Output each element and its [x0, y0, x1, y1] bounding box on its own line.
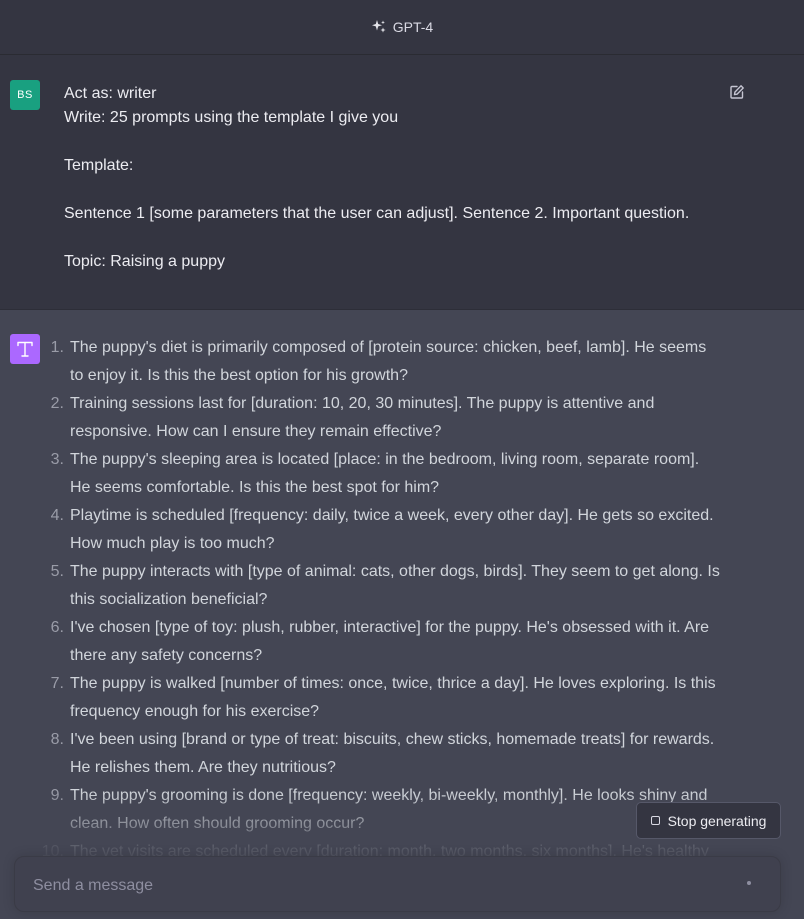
list-item: 6. I've chosen [type of toy: plush, rubbe…	[40, 614, 740, 642]
list-number: 1.	[50, 339, 64, 356]
list-item-text: He relishes them. Are they nutritious?	[70, 759, 336, 776]
list-number	[40, 530, 64, 558]
user-message-line: Topic: Raising a puppy	[64, 253, 225, 270]
typewriter-t-icon	[17, 341, 33, 357]
list-item-text: Playtime is scheduled [frequency: daily,…	[70, 507, 714, 524]
list-item-text: clean. How often should grooming occur?	[70, 815, 365, 832]
message-input[interactable]	[31, 873, 715, 899]
user-message-line	[64, 130, 724, 154]
list-item-continuation: frequency enough for his exercise?	[40, 698, 740, 726]
list-item-continuation: to enjoy it. Is this the best option for…	[40, 362, 740, 390]
list-number	[40, 586, 64, 614]
list-item-continuation: there any safety concerns?	[40, 642, 740, 670]
list-item: 5. The puppy interacts with [type of anim…	[40, 558, 740, 586]
list-item-text: frequency enough for his exercise?	[70, 703, 320, 720]
list-item: 1. The puppy's diet is primarily composed…	[40, 334, 740, 362]
list-item-text: The puppy is walked [number of times: on…	[70, 675, 716, 692]
typing-indicator-icon	[747, 881, 751, 885]
list-item: 4. Playtime is scheduled [frequency: dail…	[40, 502, 740, 530]
list-item-text: I've chosen [type of toy: plush, rubber,…	[70, 619, 710, 636]
list-number	[40, 418, 64, 446]
user-message-line	[64, 178, 724, 202]
list-number	[40, 362, 64, 390]
list-item-continuation: How much play is too much?	[40, 530, 740, 558]
list-item: 9. The puppy's grooming is done [frequenc…	[40, 782, 740, 810]
list-item-text: Training sessions last for [duration: 10…	[70, 395, 655, 412]
list-number: 2.	[50, 395, 64, 412]
model-header: GPT-4	[0, 0, 804, 55]
list-item-text: He seems comfortable. Is this the best s…	[70, 479, 440, 496]
list-item: 7. The puppy is walked [number of times: …	[40, 670, 740, 698]
list-item-continuation: clean. How often should grooming occur?	[40, 810, 740, 838]
list-number	[40, 810, 64, 838]
user-avatar: BS	[10, 80, 40, 110]
edit-message-button[interactable]	[727, 82, 747, 102]
list-item-continuation: responsive. How can I ensure they remain…	[40, 418, 740, 446]
model-label: GPT-4	[392, 19, 434, 35]
assistant-avatar	[10, 334, 40, 364]
user-message-line	[64, 226, 724, 250]
list-item: 3. The puppy's sleeping area is located […	[40, 446, 740, 474]
list-number	[40, 642, 64, 670]
assistant-message: 1. The puppy's diet is primarily composed…	[40, 334, 740, 866]
stop-generating-button[interactable]: Stop generating	[636, 802, 781, 839]
user-avatar-initials: BS	[17, 89, 33, 101]
list-number: 4.	[50, 507, 64, 524]
user-message-line: Act as: writer	[64, 85, 157, 102]
list-item-text: The puppy interacts with [type of animal…	[70, 563, 720, 580]
user-message-line: Write: 25 prompts using the template I g…	[64, 109, 399, 126]
list-item: 8. I've been using [brand or type of trea…	[40, 726, 740, 754]
user-message-text: Act as: writer Write: 25 prompts using t…	[64, 82, 724, 274]
stop-icon	[650, 816, 660, 825]
list-number	[40, 698, 64, 726]
stop-generating-label: Stop generating	[667, 812, 767, 829]
user-message-line: Sentence 1 [some parameters that the use…	[64, 205, 690, 222]
prompt-list: 1. The puppy's diet is primarily composed…	[40, 334, 740, 866]
list-item-continuation: He relishes them. Are they nutritious?	[40, 754, 740, 782]
list-item-text: there any safety concerns?	[70, 647, 263, 664]
message-composer	[14, 856, 781, 912]
list-item-text: The puppy's grooming is done [frequency:…	[70, 787, 708, 804]
list-item-text: The puppy's diet is primarily composed o…	[70, 339, 707, 356]
user-message-line: Template:	[64, 157, 134, 174]
list-item-text: The puppy's sleeping area is located [pl…	[70, 451, 700, 468]
list-item-continuation: this socialization beneficial?	[40, 586, 740, 614]
list-number: 7.	[50, 675, 64, 692]
list-number	[40, 474, 64, 502]
list-number: 3.	[50, 451, 64, 468]
list-number: 5.	[50, 563, 64, 580]
list-number: 6.	[50, 619, 64, 636]
list-item-text: How much play is too much?	[70, 535, 275, 552]
list-item-text: this socialization beneficial?	[70, 591, 268, 608]
list-number: 8.	[50, 731, 64, 748]
edit-icon	[730, 85, 744, 99]
list-item-continuation: He seems comfortable. Is this the best s…	[40, 474, 740, 502]
list-number	[40, 754, 64, 782]
list-number: 9.	[50, 787, 64, 804]
list-item-text: responsive. How can I ensure they remain…	[70, 423, 442, 440]
list-item-text: to enjoy it. Is this the best option for…	[70, 367, 408, 384]
sparkle-icon	[371, 20, 386, 33]
list-item: 2. Training sessions last for [duration: …	[40, 390, 740, 418]
list-item-text: I've been using [brand or type of treat:…	[70, 731, 715, 748]
